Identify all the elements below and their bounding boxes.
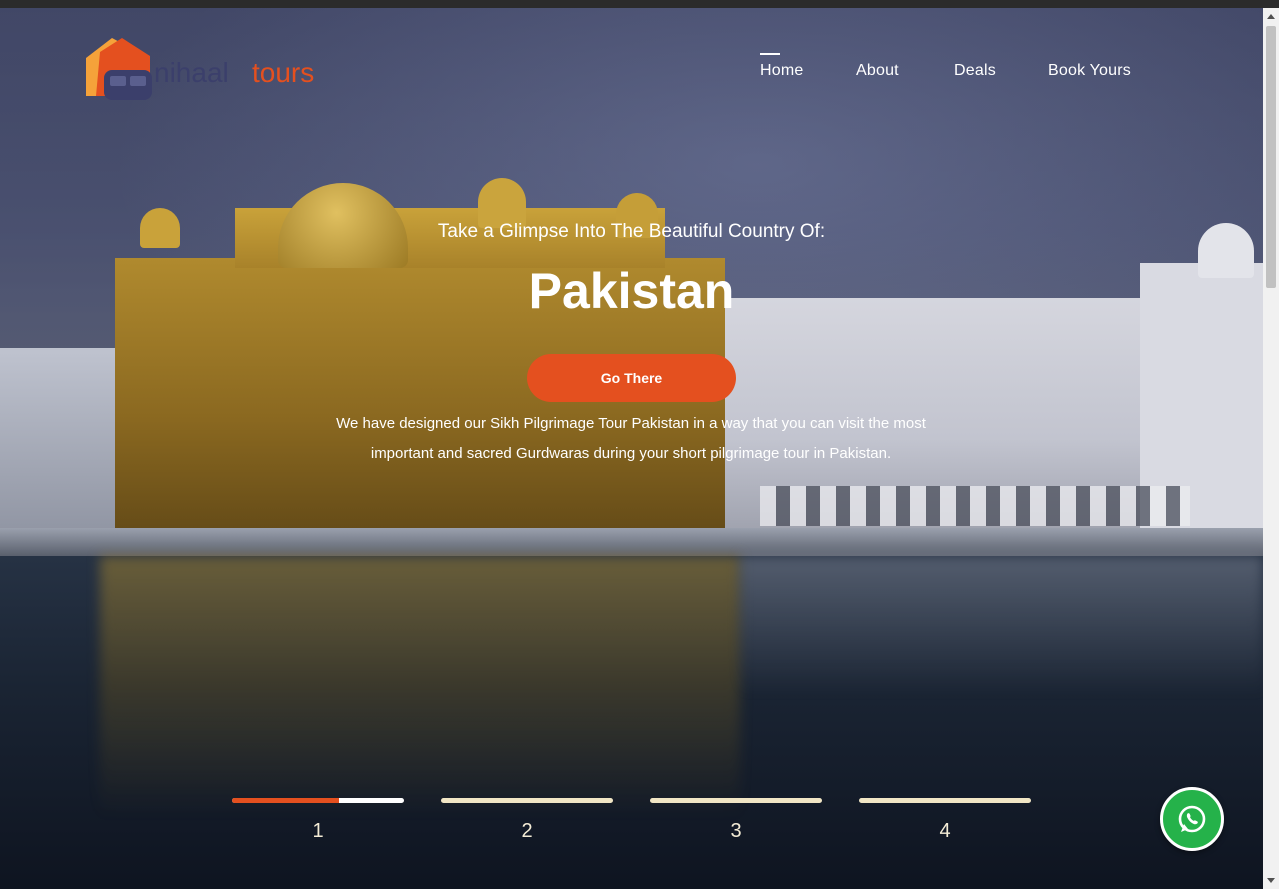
hero-left-building bbox=[0, 348, 120, 538]
hero-walkway bbox=[0, 528, 1263, 558]
scroll-down-arrow-icon[interactable] bbox=[1263, 873, 1279, 889]
slider-pager-3[interactable]: 3 bbox=[650, 798, 822, 842]
pager-bar bbox=[441, 798, 613, 803]
slider-pager-4[interactable]: 4 bbox=[859, 798, 1031, 842]
logo-text-primary: nihaal bbox=[154, 57, 229, 88]
nav-home[interactable]: Home bbox=[760, 62, 803, 80]
scroll-up-arrow-icon[interactable] bbox=[1263, 8, 1279, 24]
nav-about[interactable]: About bbox=[856, 62, 899, 80]
pager-label: 1 bbox=[312, 820, 324, 842]
pager-bar bbox=[859, 798, 1031, 803]
go-there-button[interactable]: Go There bbox=[527, 354, 736, 402]
slider-pager-2[interactable]: 2 bbox=[441, 798, 613, 842]
site-logo[interactable]: nihaal tours bbox=[82, 34, 342, 106]
hero-reflection bbox=[740, 556, 1263, 696]
logo-text-secondary: tours bbox=[252, 57, 314, 88]
pager-label: 3 bbox=[730, 820, 742, 842]
hero-arches bbox=[760, 486, 1190, 526]
slider-pager-1[interactable]: 1 bbox=[232, 798, 404, 842]
nav-active-indicator bbox=[760, 53, 780, 55]
window-top-bar bbox=[0, 0, 1279, 8]
page-scrollbar[interactable] bbox=[1263, 8, 1279, 889]
nav-deals[interactable]: Deals bbox=[954, 62, 996, 80]
scrollbar-thumb[interactable] bbox=[1266, 26, 1276, 288]
pager-bar bbox=[650, 798, 822, 803]
pager-label: 4 bbox=[939, 820, 951, 842]
whatsapp-icon bbox=[1178, 805, 1206, 833]
nav-book-yours[interactable]: Book Yours bbox=[1048, 62, 1131, 80]
hero-tagline: Take a Glimpse Into The Beautiful Countr… bbox=[437, 221, 826, 242]
pager-label: 2 bbox=[521, 820, 533, 842]
hero-headline: Pakistan bbox=[528, 263, 735, 319]
whatsapp-button[interactable] bbox=[1160, 787, 1224, 851]
hero-reflection bbox=[100, 556, 740, 816]
hero-description: We have designed our Sikh Pilgrimage Tou… bbox=[336, 415, 926, 462]
pager-progress-fill bbox=[232, 798, 339, 803]
logo-mark-icon: nihaal tours bbox=[86, 38, 314, 100]
